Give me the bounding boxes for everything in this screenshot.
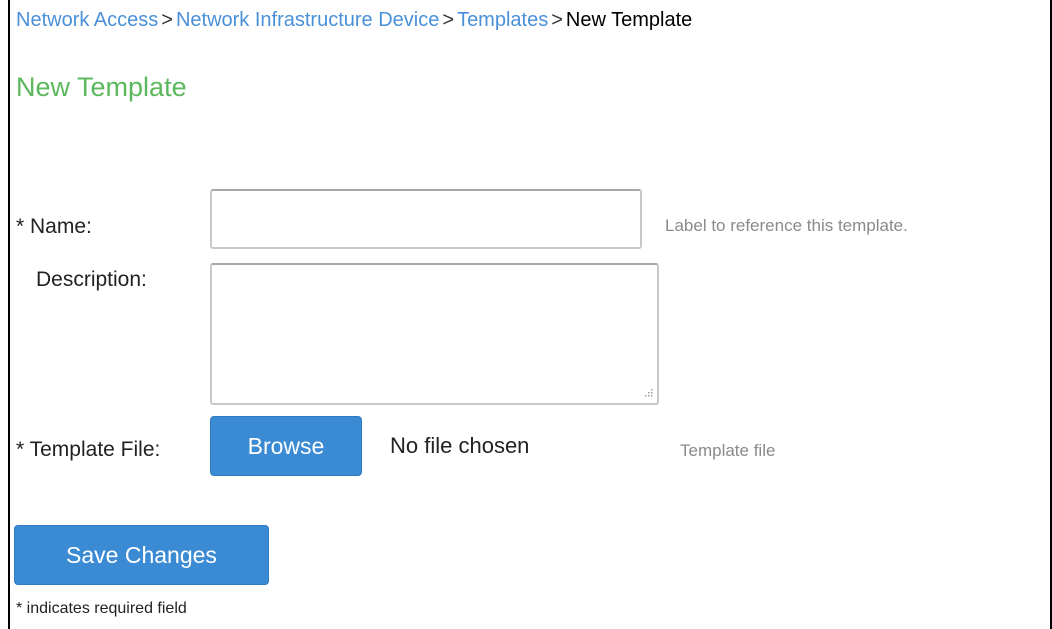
name-input[interactable]	[210, 189, 642, 249]
browse-button[interactable]: Browse	[210, 416, 362, 476]
file-status: No file chosen	[390, 433, 530, 458]
resize-grip-icon[interactable]	[643, 389, 653, 399]
page-title: New Template	[16, 72, 187, 102]
breadcrumb-current: New Template	[565, 9, 693, 31]
save-changes-button[interactable]: Save Changes	[14, 525, 269, 585]
description-label: Description:	[36, 268, 147, 291]
required-field-note: * indicates required field	[16, 600, 187, 617]
template-file-hint: Template file	[680, 441, 776, 460]
description-field-wrap	[210, 263, 659, 405]
name-hint: Label to reference this template.	[665, 216, 908, 235]
breadcrumb-templates[interactable]: Templates	[457, 9, 548, 31]
name-label: * Name:	[16, 215, 92, 238]
breadcrumb-network-infrastructure-device[interactable]: Network Infrastructure Device	[176, 9, 439, 31]
description-textarea[interactable]	[210, 263, 659, 405]
breadcrumb-network-access[interactable]: Network Access	[16, 9, 158, 31]
breadcrumb: Network Access > Network Infrastructure De…	[16, 9, 692, 32]
breadcrumb-separator: >	[551, 9, 563, 31]
breadcrumb-separator: >	[442, 9, 455, 31]
template-file-label: * Template File:	[16, 438, 161, 461]
breadcrumb-separator: >	[161, 9, 173, 31]
